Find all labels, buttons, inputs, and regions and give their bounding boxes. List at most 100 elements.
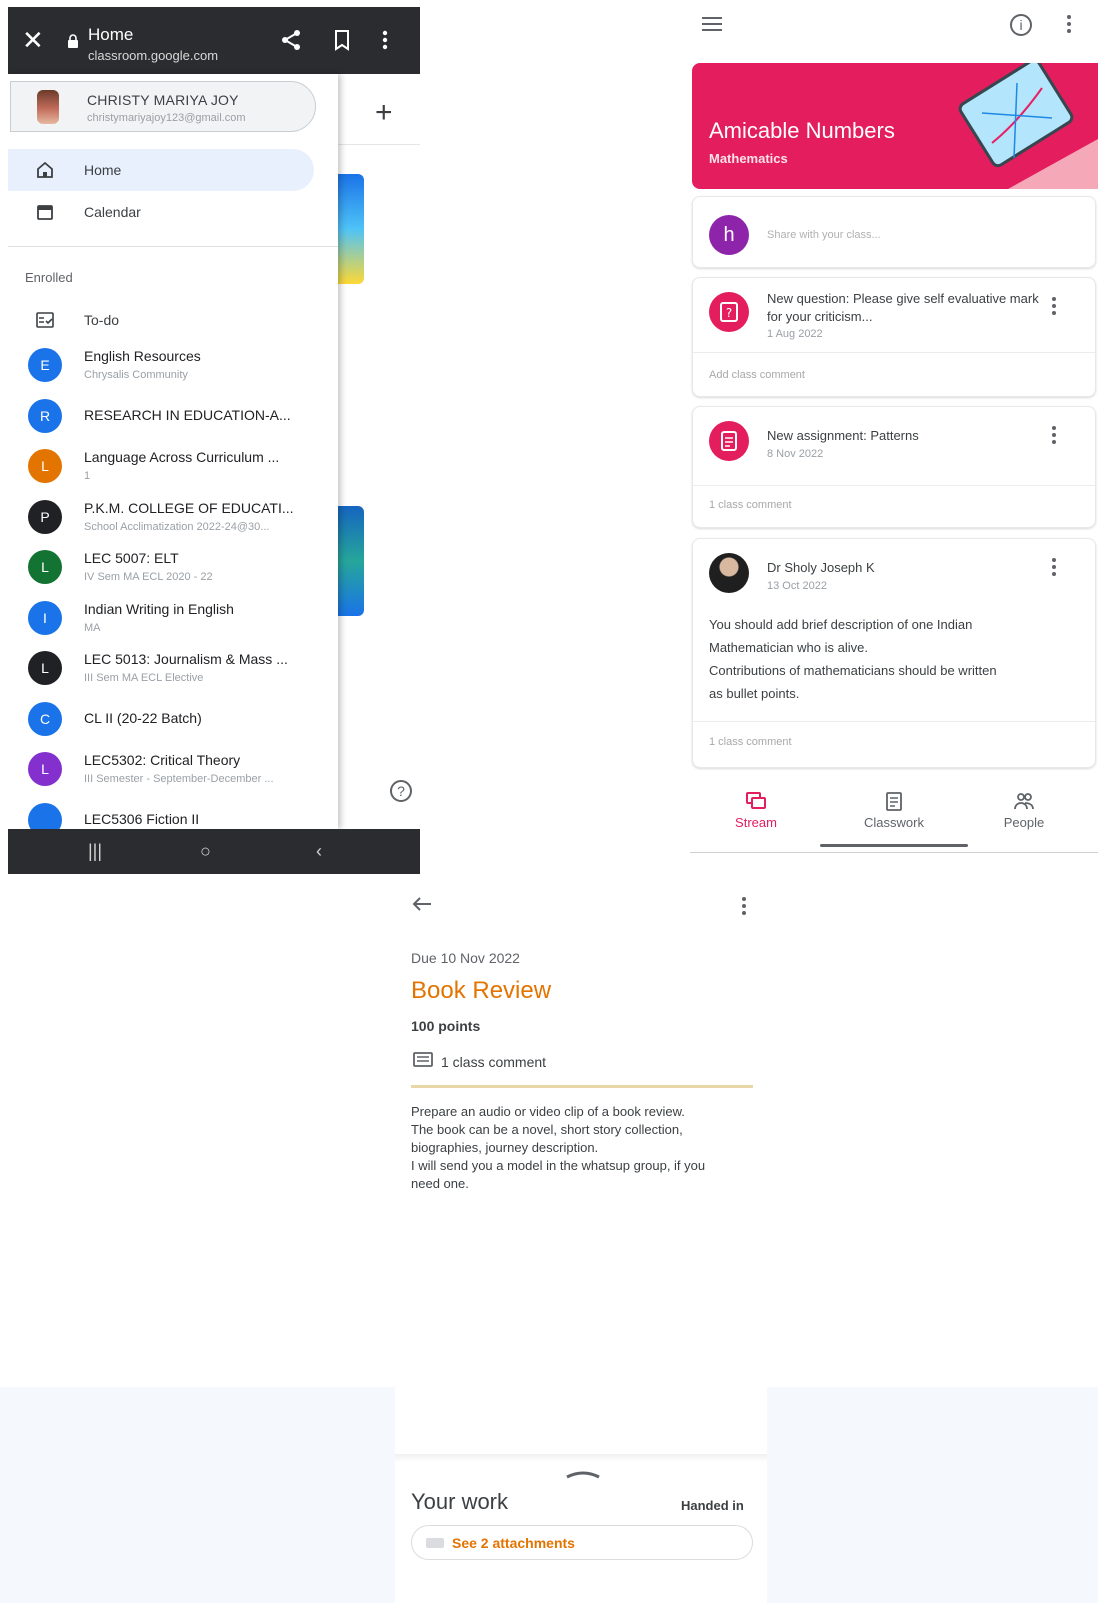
lock-icon bbox=[68, 34, 78, 48]
post-date: 13 Oct 2022 bbox=[767, 580, 827, 592]
divider bbox=[693, 352, 1095, 353]
tab-stream[interactable]: Stream bbox=[706, 790, 806, 830]
course-name: RESEARCH IN EDUCATION-A... bbox=[84, 407, 291, 423]
add-class-comment[interactable]: Add class comment bbox=[709, 369, 805, 381]
course-item[interactable]: LEC5306 Fiction II bbox=[8, 795, 338, 829]
chevron-up-icon[interactable] bbox=[565, 1469, 601, 1479]
course-avatar: L bbox=[28, 752, 62, 786]
more-vert-icon[interactable] bbox=[380, 27, 390, 53]
divider bbox=[690, 852, 1098, 853]
stream-post-question[interactable]: ? New question: Please give self evaluat… bbox=[692, 277, 1096, 397]
browser-panel: ✕ Home classroom.google.com + ? CHRISTY … bbox=[8, 7, 420, 874]
tab-people[interactable]: People bbox=[974, 790, 1074, 830]
post-date: 1 Aug 2022 bbox=[767, 328, 823, 340]
post-body-line: as bullet points. bbox=[709, 686, 800, 701]
divider bbox=[338, 144, 420, 145]
assignment-title: Book Review bbox=[411, 977, 552, 1004]
course-avatar: R bbox=[28, 399, 62, 433]
back-arrow-icon[interactable] bbox=[411, 896, 433, 912]
course-item[interactable]: C CL II (20-22 Batch) bbox=[8, 694, 338, 744]
course-name: Language Across Curriculum ... bbox=[84, 449, 280, 465]
divider bbox=[411, 1085, 753, 1088]
assignment-detail-panel: Due 10 Nov 2022 Book Review 100 points 1… bbox=[395, 874, 767, 1603]
more-vert-icon[interactable] bbox=[741, 896, 747, 916]
share-input[interactable]: Share with your class... bbox=[767, 229, 881, 241]
more-vert-icon[interactable] bbox=[1051, 557, 1057, 577]
course-avatar: L bbox=[28, 550, 62, 584]
close-icon[interactable]: ✕ bbox=[22, 27, 44, 53]
post-body-line: Mathematician who is alive. bbox=[709, 640, 868, 655]
nav-item-label: Calendar bbox=[84, 204, 141, 220]
more-vert-icon[interactable] bbox=[1051, 425, 1057, 445]
back-icon[interactable]: ‹ bbox=[316, 841, 322, 862]
course-avatar bbox=[28, 803, 62, 829]
description-line: The book can be a novel, short story col… bbox=[411, 1122, 683, 1137]
page-url[interactable]: classroom.google.com bbox=[88, 48, 218, 63]
status-badge: Handed in bbox=[681, 1498, 744, 1513]
menu-icon[interactable] bbox=[702, 17, 722, 31]
stream-post-announcement[interactable]: Dr Sholy Joseph K 13 Oct 2022 You should… bbox=[692, 538, 1096, 768]
help-icon[interactable]: ? bbox=[390, 780, 412, 802]
class-banner: Amicable Numbers Mathematics bbox=[692, 63, 1098, 189]
course-name: LEC5302: Critical Theory bbox=[84, 752, 241, 768]
more-vert-icon[interactable] bbox=[1066, 14, 1072, 34]
course-name: English Resources bbox=[84, 348, 201, 364]
share-icon[interactable] bbox=[278, 27, 304, 53]
share-box[interactable]: h Share with your class... bbox=[692, 196, 1096, 268]
nav-item-calendar[interactable]: Calendar bbox=[8, 191, 314, 233]
class-card-banner[interactable] bbox=[338, 506, 364, 616]
recent-apps-icon[interactable]: ||| bbox=[88, 841, 102, 862]
course-name: LEC5306 Fiction II bbox=[84, 811, 200, 827]
nav-item-home[interactable]: Home bbox=[8, 149, 314, 191]
browser-toolbar: ✕ Home classroom.google.com bbox=[8, 7, 420, 74]
course-item[interactable]: L LEC5302: Critical Theory III Semester - … bbox=[8, 744, 338, 794]
nav-item-todo[interactable]: To-do bbox=[8, 299, 314, 341]
post-title: New question: Please give self evaluativ… bbox=[767, 291, 1039, 324]
bottom-tab-bar: Stream Classwork People bbox=[690, 782, 1098, 853]
add-class-icon[interactable]: + bbox=[375, 98, 393, 128]
divider bbox=[8, 246, 338, 247]
system-navigation-bar: ||| ○ ‹ bbox=[8, 829, 420, 874]
see-attachments-button[interactable]: See 2 attachments bbox=[411, 1525, 753, 1560]
comment-icon bbox=[413, 1052, 433, 1067]
course-item[interactable]: I Indian Writing in English MA bbox=[8, 593, 338, 643]
divider bbox=[693, 485, 1095, 486]
more-vert-icon[interactable] bbox=[1051, 296, 1057, 316]
bookmark-icon[interactable] bbox=[329, 27, 355, 53]
course-item[interactable]: P P.K.M. COLLEGE OF EDUCATI... School Accl… bbox=[8, 492, 338, 542]
class-title: Amicable Numbers bbox=[709, 118, 895, 143]
class-comment-count[interactable]: 1 class comment bbox=[709, 499, 792, 511]
class-card-banner[interactable] bbox=[338, 174, 364, 284]
classwork-icon bbox=[886, 792, 902, 811]
assignment-icon bbox=[709, 421, 749, 461]
svg-text:?: ? bbox=[726, 306, 732, 320]
avatar bbox=[37, 90, 59, 124]
avatar: h bbox=[709, 215, 749, 255]
home-button-icon[interactable]: ○ bbox=[200, 841, 211, 862]
stream-post-assignment[interactable]: New assignment: Patterns 8 Nov 2022 1 cl… bbox=[692, 406, 1096, 528]
course-item[interactable]: R RESEARCH IN EDUCATION-A... bbox=[8, 391, 338, 441]
navigation-drawer: CHRISTY MARIYA JOY christymariyajoy123@g… bbox=[8, 74, 338, 829]
background-area bbox=[767, 1387, 1098, 1603]
course-item[interactable]: L Language Across Curriculum ... 1 bbox=[8, 441, 338, 491]
info-icon[interactable]: i bbox=[1010, 14, 1032, 36]
account-name: CHRISTY MARIYA JOY bbox=[87, 92, 239, 108]
course-subtitle: 1 bbox=[84, 470, 91, 482]
course-name: P.K.M. COLLEGE OF EDUCATI... bbox=[84, 500, 294, 516]
points: 100 points bbox=[411, 1018, 481, 1034]
post-author: Dr Sholy Joseph K bbox=[767, 560, 875, 575]
post-body-line: Contributions of mathematicians should b… bbox=[709, 663, 997, 678]
divider bbox=[693, 721, 1095, 722]
class-comments-link[interactable]: 1 class comment bbox=[441, 1054, 546, 1070]
class-comment-count[interactable]: 1 class comment bbox=[709, 736, 792, 748]
background-area bbox=[0, 1387, 395, 1603]
classroom-home-background: + ? bbox=[338, 74, 420, 829]
course-item[interactable]: L LEC 5013: Journalism & Mass ... III Sem … bbox=[8, 643, 338, 693]
post-date: 8 Nov 2022 bbox=[767, 448, 824, 460]
course-item[interactable]: L LEC 5007: ELT IV Sem MA ECL 2020 - 22 bbox=[8, 542, 338, 592]
account-chip[interactable]: CHRISTY MARIYA JOY christymariyajoy123@g… bbox=[10, 81, 316, 132]
course-avatar: I bbox=[28, 601, 62, 635]
home-icon bbox=[37, 161, 53, 178]
tab-classwork[interactable]: Classwork bbox=[844, 790, 944, 830]
course-item[interactable]: E English Resources Chrysalis Community bbox=[8, 340, 338, 390]
